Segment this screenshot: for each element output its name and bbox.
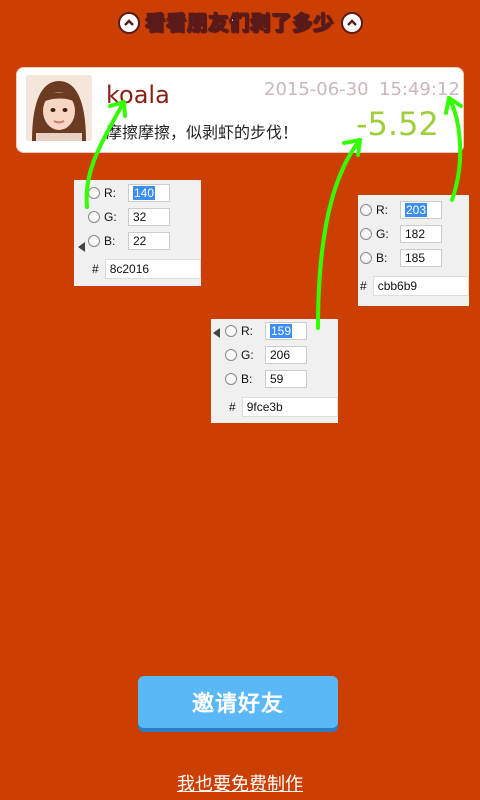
make-free-link[interactable]: 我也要免费制作	[0, 770, 480, 796]
arrow-to-name	[84, 100, 126, 209]
arrow-to-time	[447, 96, 463, 202]
invite-friends-button[interactable]: 邀请好友	[138, 676, 338, 728]
arrow-to-amount	[316, 138, 362, 330]
